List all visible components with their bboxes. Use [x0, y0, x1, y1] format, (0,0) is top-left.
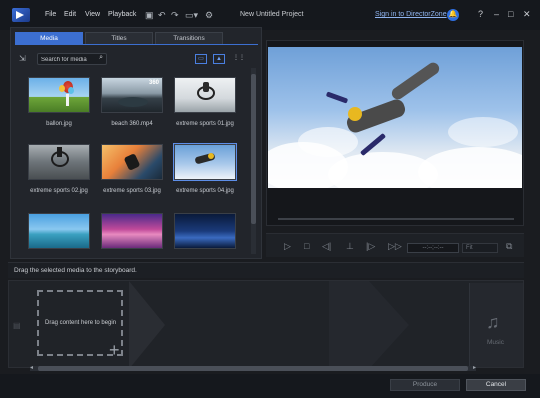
preview-progress-line[interactable] — [278, 218, 514, 220]
produce-button[interactable]: Produce — [390, 379, 460, 391]
image-filter-icon[interactable]: ▲ — [213, 54, 225, 64]
app-logo-icon — [12, 8, 30, 22]
media-thumb-extreme-01[interactable] — [174, 77, 236, 113]
media-thumb-extreme-04[interactable] — [173, 143, 237, 181]
media-thumb-ballon[interactable] — [28, 77, 90, 113]
media-label-extreme-02: extreme sports 02.jpg — [30, 188, 88, 194]
tab-titles[interactable]: Titles — [85, 32, 153, 44]
search-box: ⌕ — [37, 53, 107, 65]
title-bar: File Edit View Playback ▣ ↶ ↷ ▭▾ ⚙ New U… — [0, 0, 540, 30]
status-hint: Drag the selected media to the storyboar… — [14, 267, 137, 274]
storyboard-slot-shape — [369, 281, 409, 367]
tab-transitions[interactable]: Transitions — [155, 32, 223, 44]
library-scrollbar[interactable] — [251, 68, 256, 254]
help-button[interactable]: ? — [478, 9, 483, 19]
search-input[interactable] — [41, 55, 93, 64]
minimize-button[interactable]: – — [494, 9, 499, 19]
storyboard-dropzone[interactable]: Drag content here to begin + — [37, 290, 123, 360]
fullscreen-icon[interactable]: ⧉ — [506, 241, 512, 252]
add-icon: + — [109, 340, 120, 360]
tab-media[interactable]: Media — [15, 32, 83, 44]
next-frame-icon[interactable]: |▷ — [366, 241, 375, 252]
aspect-ratio-icon[interactable]: ▭▾ — [185, 10, 198, 20]
media-label-extreme-04: extreme sports 04.jpg — [176, 188, 234, 194]
media-thumb-row3-1[interactable] — [28, 213, 90, 249]
media-thumb-row3-3[interactable] — [174, 213, 236, 249]
menu-file[interactable]: File — [45, 11, 56, 18]
media-thumb-extreme-03[interactable] — [101, 144, 163, 180]
undo-icon[interactable]: ↶ — [158, 10, 166, 20]
media-thumb-extreme-02[interactable] — [28, 144, 90, 180]
menu-view[interactable]: View — [85, 11, 100, 18]
timecode-display[interactable]: --:--;--:-- — [407, 243, 459, 253]
play-icon[interactable]: ▷ — [284, 241, 291, 252]
media-library-panel: Media Titles Transitions ⇲ ⌕ ▭ ▲ ⋮⋮ ball… — [10, 27, 262, 259]
previous-frame-icon[interactable]: ◁| — [322, 241, 331, 252]
project-title: New Untitled Project — [240, 11, 304, 18]
fit-dropdown[interactable]: Fit — [462, 243, 498, 253]
storyboard-scroll-thumb[interactable] — [38, 366, 468, 371]
settings-gear-icon[interactable]: ⚙ — [205, 10, 213, 20]
search-icon[interactable]: ⌕ — [99, 54, 103, 62]
music-note-icon: ♫ — [486, 312, 500, 332]
fast-forward-icon[interactable]: ▷▷ — [388, 241, 402, 252]
library-scroll-thumb[interactable] — [251, 74, 256, 224]
storyboard-side-icon: ▤ — [13, 321, 21, 330]
storyboard-slot-shape — [329, 281, 369, 367]
split-marker-icon[interactable]: ⊥ — [346, 241, 354, 252]
player-controls: ▷ □ ◁| ⊥ |▷ ▷▷ --:--;--:-- Fit ⧉ — [266, 233, 524, 257]
storyboard[interactable]: ▤ Drag content here to begin + ♫ Music — [8, 280, 524, 368]
music-label: Music — [487, 339, 504, 346]
media-label-beach-360: beach 360.mp4 — [111, 121, 153, 127]
signin-link[interactable]: Sign in to DirectorZone — [375, 11, 447, 18]
media-label-extreme-01: extreme sports 01.jpg — [176, 121, 234, 127]
redo-icon[interactable]: ↷ — [171, 10, 179, 20]
badge-360: 360 — [148, 80, 159, 86]
capture-icon[interactable]: ▣ — [145, 10, 154, 20]
tab-underline — [15, 44, 258, 45]
thumbnail-view-icon[interactable]: ▭ — [195, 54, 207, 64]
preview-viewer[interactable] — [268, 47, 522, 188]
storyboard-slot-shape — [129, 281, 165, 367]
media-label-ballon: ballon.jpg — [46, 121, 72, 127]
menu-edit[interactable]: Edit — [64, 11, 76, 18]
storyboard-scrollbar[interactable]: ◂ ▸ — [30, 364, 476, 371]
scroll-left-icon[interactable]: ◂ — [30, 364, 33, 371]
notification-bell-icon[interactable]: 🔔 — [447, 9, 459, 21]
grid-view-icon[interactable]: ⋮⋮ — [233, 54, 245, 64]
maximize-button[interactable]: □ — [508, 9, 513, 19]
media-label-extreme-03: extreme sports 03.jpg — [103, 188, 161, 194]
media-thumb-beach-360[interactable]: 360 — [101, 77, 163, 113]
dropzone-text: Drag content here to begin — [45, 320, 117, 326]
bottom-bar: Produce Cancel — [0, 374, 540, 398]
cancel-button[interactable]: Cancel — [466, 379, 526, 391]
music-slot[interactable]: ♫ Music — [469, 283, 523, 367]
import-media-icon[interactable]: ⇲ — [19, 54, 26, 63]
stop-icon[interactable]: □ — [304, 241, 309, 251]
scroll-right-icon[interactable]: ▸ — [473, 364, 476, 371]
close-button[interactable]: ✕ — [523, 9, 531, 20]
menu-playback[interactable]: Playback — [108, 11, 136, 18]
media-thumb-row3-2[interactable] — [101, 213, 163, 249]
